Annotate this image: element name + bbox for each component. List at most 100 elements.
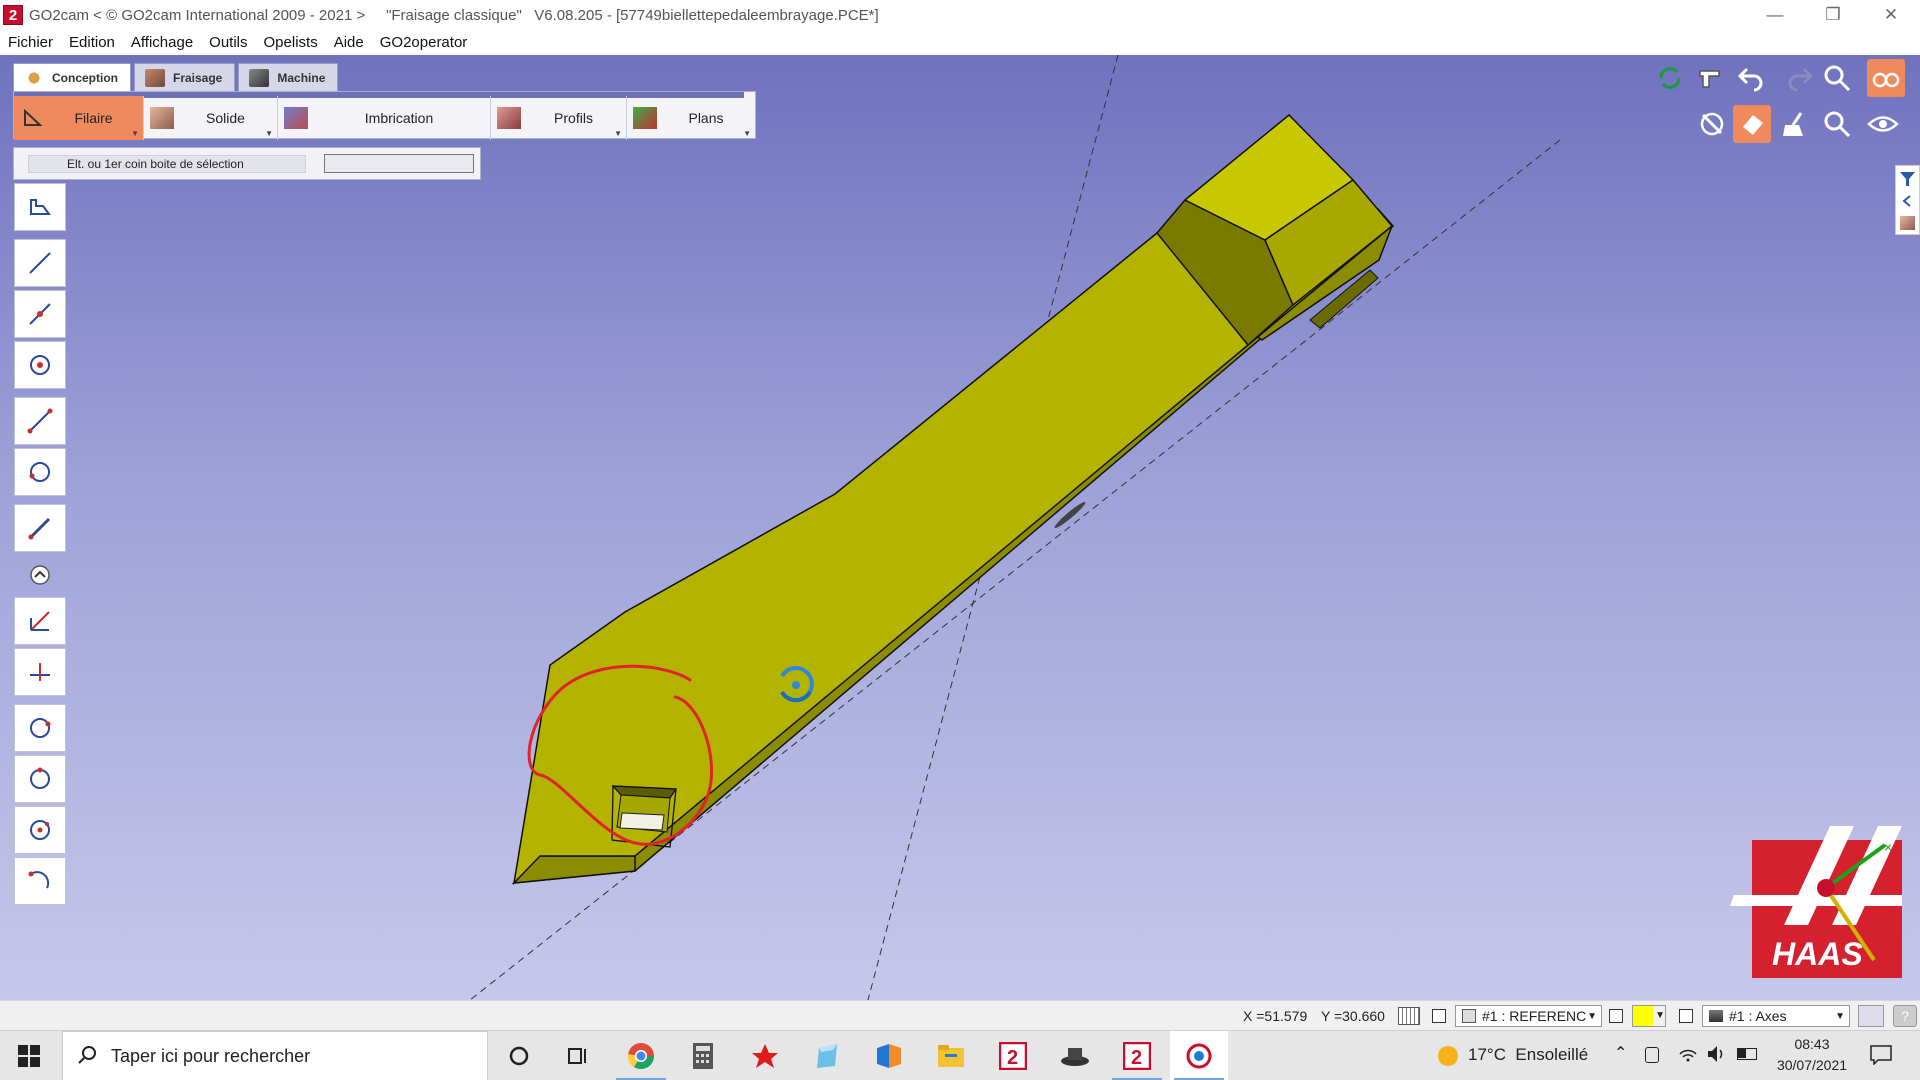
notifications-icon[interactable] <box>1870 1045 1892 1066</box>
device-icon[interactable] <box>1645 1047 1659 1063</box>
chevron-left-icon[interactable] <box>1900 194 1915 208</box>
view-cube-icon[interactable] <box>1858 1005 1884 1027</box>
reference-icon <box>1462 1009 1476 1023</box>
perpendicular-tool-button[interactable] <box>14 648 66 696</box>
go2cam-running-icon[interactable]: 2 <box>1108 1031 1166 1080</box>
app-red-star-icon[interactable] <box>736 1031 794 1080</box>
zoom-window-icon <box>1824 111 1851 138</box>
color-swatch <box>1633 1006 1654 1026</box>
eye-button[interactable] <box>1864 105 1902 143</box>
clock-time[interactable]: 08:43 <box>1782 1036 1842 1052</box>
task-view-icon[interactable] <box>550 1031 608 1080</box>
dropdown-caret-icon[interactable]: ▼ <box>743 129 751 138</box>
ribbon-imbrication-button[interactable]: Imbrication <box>278 96 491 140</box>
solid-mini-icon[interactable] <box>1900 216 1915 230</box>
layer-icon <box>1709 1010 1723 1022</box>
ribbon-plans-button[interactable]: Plans ▼ <box>627 96 755 140</box>
ribbon-solide-button[interactable]: Solide ▼ <box>144 96 278 140</box>
ribbon-filaire-button[interactable]: Filaire ▼ <box>14 96 144 140</box>
select-tool-button[interactable] <box>14 183 66 231</box>
app-ms-icon[interactable] <box>860 1031 918 1080</box>
regenerate-button[interactable] <box>1651 59 1689 97</box>
tab-fraisage[interactable]: Fraisage <box>134 63 236 91</box>
wifi-icon[interactable] <box>1679 1045 1697 1063</box>
pen-tool-button[interactable] <box>14 504 66 552</box>
milling-icon <box>145 68 165 87</box>
ribbon-profils-button[interactable]: Profils ▼ <box>491 96 627 140</box>
menu-edition[interactable]: Edition <box>61 34 123 51</box>
visibility-button[interactable] <box>1693 105 1731 143</box>
taskbar-search[interactable]: Taper ici pour rechercher <box>62 1031 488 1080</box>
circle-center-icon <box>30 820 50 840</box>
menu-opelists[interactable]: Opelists <box>256 34 326 51</box>
collapse-button[interactable] <box>14 558 66 592</box>
minimize-button[interactable]: — <box>1746 0 1804 30</box>
clock-date[interactable]: 30/07/2021 <box>1770 1057 1854 1073</box>
x-coordinate: X =51.579 <box>1243 1008 1308 1024</box>
calculator-icon[interactable] <box>674 1031 732 1080</box>
line-tool-button[interactable] <box>14 239 66 287</box>
undo-button[interactable] <box>1733 59 1771 97</box>
color-select[interactable]: ▼ <box>1632 1005 1666 1027</box>
tab-machine[interactable]: Machine <box>238 63 339 91</box>
chevron-up-icon[interactable]: ⌃ <box>1614 1043 1627 1063</box>
machine-icon <box>249 68 270 87</box>
menu-aide[interactable]: Aide <box>326 34 372 51</box>
restore-button[interactable]: ❐ <box>1804 0 1862 30</box>
arc-end-tool-button[interactable] <box>14 857 66 905</box>
line-2pt-tool-button[interactable] <box>14 290 66 338</box>
circle-center-tool-button[interactable] <box>14 806 66 854</box>
dropdown-caret-icon[interactable]: ▼ <box>614 129 622 138</box>
part-scene: HAAS × <box>469 55 1902 1000</box>
svg-text:2: 2 <box>1131 1047 1142 1069</box>
dropdown-caret-icon[interactable]: ▼ <box>265 129 273 138</box>
line-2pt-icon <box>29 303 51 325</box>
battery-icon[interactable] <box>1737 1048 1757 1060</box>
arc-tool-button[interactable] <box>14 448 66 496</box>
circle-2-tool-button[interactable] <box>14 755 66 803</box>
pointer-button[interactable] <box>1693 59 1731 97</box>
windows-taskbar: Taper ici pour rechercher 2 2 17°C Ensol… <box>0 1030 1920 1080</box>
y-coordinate: Y =30.660 <box>1321 1008 1385 1024</box>
chrome-icon[interactable] <box>612 1031 670 1080</box>
menu-fichier[interactable]: Fichier <box>0 34 61 51</box>
layer-checkbox[interactable] <box>1679 1009 1693 1023</box>
menu-go2operator[interactable]: GO2operator <box>372 34 476 51</box>
point-tool-button[interactable] <box>14 341 66 389</box>
glasses-button[interactable] <box>1867 59 1905 97</box>
eraser-button[interactable] <box>1733 105 1771 143</box>
cortana-icon[interactable] <box>490 1031 548 1080</box>
windows-start-icon[interactable] <box>18 1045 40 1067</box>
close-button[interactable]: ✕ <box>1862 0 1920 30</box>
zoom-button[interactable] <box>1818 59 1856 97</box>
segment-tool-button[interactable] <box>14 397 66 445</box>
circle-tool-button[interactable] <box>14 704 66 752</box>
tab-conception[interactable]: Conception <box>13 63 131 91</box>
redo-button[interactable] <box>1780 59 1818 97</box>
axis-tool-button[interactable] <box>14 597 66 645</box>
prompt-input[interactable] <box>324 154 474 173</box>
ribbon-label: Plans <box>688 110 724 126</box>
weather-text: 17°C Ensoleillé <box>1468 1045 1589 1064</box>
pen-icon <box>28 517 51 540</box>
help-icon[interactable]: ? <box>1893 1005 1917 1027</box>
filter-icon[interactable] <box>1900 172 1915 186</box>
grid-icon[interactable] <box>1398 1007 1420 1025</box>
3d-viewport[interactable]: HAAS × Conception Fraisage Machine Filai… <box>0 55 1920 1000</box>
app-cam-icon[interactable] <box>1170 1031 1228 1080</box>
layer-select[interactable]: #1 : Axes ▼ <box>1702 1005 1850 1027</box>
color-checkbox[interactable] <box>1609 1009 1623 1023</box>
file-explorer-icon[interactable] <box>922 1031 980 1080</box>
volume-icon[interactable] <box>1707 1045 1727 1063</box>
app-hat-icon[interactable] <box>1046 1031 1104 1080</box>
menu-outils[interactable]: Outils <box>201 34 255 51</box>
dropdown-caret-icon[interactable]: ▼ <box>131 129 139 138</box>
reference-select[interactable]: #1 : REFERENC ▼ <box>1455 1005 1602 1027</box>
ribbon-label: Profils <box>554 110 593 126</box>
broom-button[interactable] <box>1775 105 1813 143</box>
grid-checkbox[interactable] <box>1432 1009 1446 1023</box>
go2cam-icon[interactable]: 2 <box>984 1031 1042 1080</box>
menu-affichage[interactable]: Affichage <box>123 34 201 51</box>
zoom-window-button[interactable] <box>1818 105 1856 143</box>
app-blue-icon[interactable] <box>798 1031 856 1080</box>
